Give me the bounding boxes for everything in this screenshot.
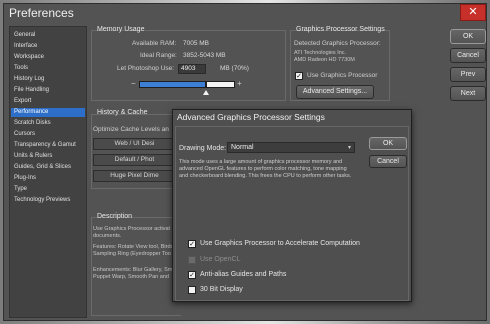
ideal-range-value: 3852-5043 MB — [183, 52, 226, 59]
gpu-model: AMD Radeon HD 7730M — [294, 57, 355, 63]
ok-button[interactable]: OK — [450, 29, 486, 44]
cancel-button[interactable]: Cancel — [450, 48, 486, 63]
detected-gpu-label: Detected Graphics Processor: — [294, 40, 381, 47]
use-opencl-checkbox: ✓ — [188, 256, 196, 264]
sidebar-item-export[interactable]: Export — [14, 98, 31, 104]
sidebar-item-history-log[interactable]: History Log — [14, 76, 44, 82]
use-gpu-checkbox[interactable]: ✓ — [295, 72, 303, 80]
optimize-cache-label: Optimize Cache Levels an — [93, 126, 169, 133]
sidebar-item-transparency-gamut[interactable]: Transparency & Gamut — [14, 142, 76, 148]
memory-increase-icon[interactable]: + — [237, 79, 242, 88]
sidebar-item-cursors[interactable]: Cursors — [14, 131, 35, 137]
sidebar-item-general[interactable]: General — [14, 32, 35, 38]
description-text-1: Use Graphics Processor activat documents… — [93, 226, 171, 239]
dialog-title: Advanced Graphics Processor Settings — [177, 112, 325, 122]
sidebar-item-workspace[interactable]: Workspace — [14, 54, 44, 60]
close-icon[interactable]: ✕ — [460, 4, 486, 21]
drawing-mode-select[interactable]: Normal ▾ — [227, 142, 355, 153]
accelerate-computation-checkbox[interactable]: ✓ — [188, 240, 196, 248]
sidebar: General Interface Workspace Tools Histor… — [9, 26, 87, 318]
dialog-cancel-button[interactable]: Cancel — [369, 155, 407, 168]
sidebar-item-file-handling[interactable]: File Handling — [14, 87, 49, 93]
memory-slider-thumb[interactable] — [203, 90, 209, 95]
anti-alias-checkbox[interactable]: ✓ — [188, 271, 196, 279]
drawing-mode-value: Normal — [231, 144, 254, 151]
let-photoshop-use-label: Let Photoshop Use: — [117, 65, 175, 72]
description-text-3: Enhancements: Blur Gallery, Sma Puppet W… — [93, 267, 176, 280]
sidebar-item-type[interactable]: Type — [14, 186, 27, 192]
memory-unit-label: MB (70%) — [220, 65, 249, 72]
gpu-settings-title: Graphics Processor Settings — [296, 26, 385, 33]
web-ui-design-button[interactable]: Web / UI Desi — [93, 138, 176, 150]
available-ram-value: 7005 MB — [183, 40, 210, 47]
sidebar-item-scratch-disks[interactable]: Scratch Disks — [14, 120, 51, 126]
sidebar-item-technology-previews[interactable]: Technology Previews — [14, 197, 70, 203]
description-title: Description — [97, 213, 133, 220]
30-bit-display-checkbox[interactable]: ✓ — [188, 286, 196, 294]
sidebar-item-plug-ins[interactable]: Plug-Ins — [14, 175, 36, 181]
history-cache-title: History & Cache — [97, 109, 148, 116]
memory-decrease-icon[interactable]: − — [131, 79, 136, 88]
advanced-settings-button[interactable]: Advanced Settings... — [296, 85, 374, 99]
window-title: Preferences — [9, 6, 74, 20]
memory-amount-input[interactable]: 4903 — [178, 64, 206, 74]
memory-slider[interactable] — [139, 81, 206, 88]
huge-pixel-dimensions-button[interactable]: Huge Pixel Dime — [93, 170, 176, 182]
advanced-gpu-dialog: Advanced Graphics Processor Settings Dra… — [172, 109, 412, 302]
next-button[interactable]: Next — [450, 86, 486, 101]
sidebar-item-guides-grid-slices[interactable]: Guides, Grid & Slices — [14, 164, 71, 170]
drawing-mode-description: This mode uses a large amount of graphic… — [179, 159, 352, 179]
memory-usage-title: Memory Usage — [97, 26, 145, 33]
sidebar-item-tools[interactable]: Tools — [14, 65, 28, 71]
available-ram-label: Available RAM: — [132, 40, 177, 47]
drawing-mode-label: Drawing Mode: — [179, 145, 227, 152]
use-gpu-label: Use Graphics Processor — [307, 72, 378, 79]
30-bit-display-label: 30 Bit Display — [200, 286, 243, 293]
ideal-range-label: Ideal Range: — [140, 52, 177, 59]
sidebar-item-units-rulers[interactable]: Units & Rulers — [14, 153, 52, 159]
anti-alias-label: Anti-alias Guides and Paths — [200, 271, 287, 278]
accelerate-computation-label: Use Graphics Processor to Accelerate Com… — [200, 240, 360, 247]
default-photo-button[interactable]: Default / Phot — [93, 154, 176, 166]
prev-button[interactable]: Prev — [450, 67, 486, 82]
memory-slider-remaining — [206, 81, 235, 88]
sidebar-item-performance[interactable]: Performance — [11, 108, 85, 117]
sidebar-item-interface[interactable]: Interface — [14, 43, 37, 49]
use-opencl-label: Use OpenCL — [200, 256, 241, 263]
description-text-2: Features: Rotate View tool, Birds Sampli… — [93, 244, 174, 257]
chevron-down-icon: ▾ — [347, 145, 351, 151]
gpu-vendor: ATI Technologies Inc. — [294, 50, 347, 56]
dialog-ok-button[interactable]: OK — [369, 137, 407, 150]
